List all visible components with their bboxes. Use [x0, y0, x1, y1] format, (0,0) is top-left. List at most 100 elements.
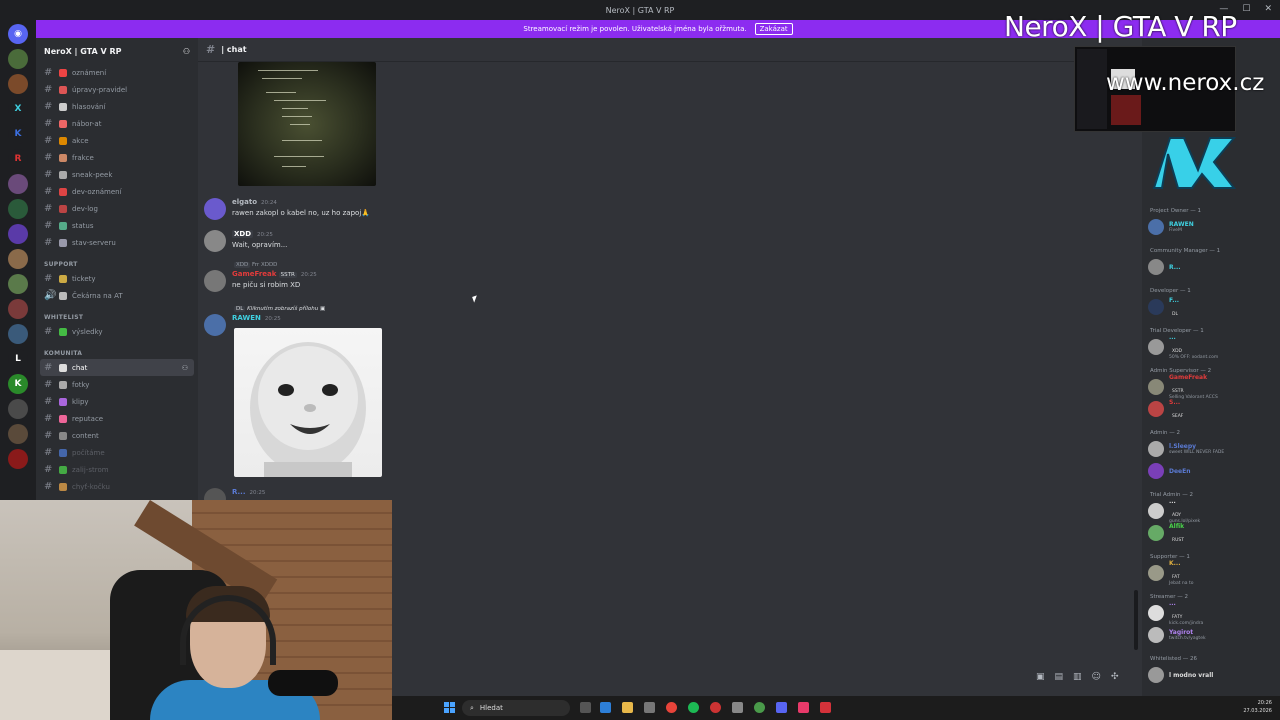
member-row[interactable]: DeeEn: [1148, 461, 1272, 481]
code-image-attachment[interactable]: [238, 62, 376, 186]
channel-komunita-2[interactable]: # klipy: [36, 393, 198, 410]
app-icon[interactable]: [820, 702, 831, 713]
channel-komunita-0[interactable]: # chat ⚇: [40, 359, 194, 376]
nerox-server-icon[interactable]: X: [8, 99, 28, 119]
server-icon[interactable]: [8, 74, 28, 94]
server-icon[interactable]: [8, 299, 28, 319]
channel-komunita-6[interactable]: # zalij-strom: [36, 461, 198, 478]
maximize-icon[interactable]: ☐: [1242, 4, 1250, 14]
member-row[interactable]: l modno vrall: [1148, 665, 1272, 685]
member-row[interactable]: Yagirot twitch.tv/yagtek: [1148, 625, 1272, 645]
channel-top-6[interactable]: # sneak-peek: [36, 166, 198, 183]
author-name[interactable]: GameFreak: [232, 270, 276, 278]
add-member-icon[interactable]: ⚇: [183, 47, 190, 56]
server-icon[interactable]: R: [8, 149, 28, 169]
discord-taskbar-icon[interactable]: [776, 702, 787, 713]
gift-icon[interactable]: ▣: [1036, 672, 1045, 682]
channel-top-8[interactable]: # dev-log: [36, 200, 198, 217]
category-support[interactable]: SUPPORT: [36, 251, 198, 270]
channel-komunita-5[interactable]: # počítáme: [36, 444, 198, 461]
channel-top-1[interactable]: # úpravy-pravidel: [36, 81, 198, 98]
member-row[interactable]: RAWEN FiveM: [1148, 217, 1272, 237]
channel-top-3[interactable]: # nábor-at: [36, 115, 198, 132]
sticker-icon[interactable]: ▥: [1073, 672, 1082, 682]
author-name[interactable]: elgato: [232, 198, 257, 206]
author-name[interactable]: RAWEN: [232, 314, 261, 322]
reply-preview[interactable]: XDD Frr XDDD: [234, 262, 277, 268]
server-icon[interactable]: L: [8, 349, 28, 369]
avatar[interactable]: [204, 270, 226, 292]
server-icon[interactable]: [8, 249, 28, 269]
server-icon[interactable]: [8, 324, 28, 344]
channel-komunita-7[interactable]: # chyť-kočku: [36, 478, 198, 495]
chrome-icon[interactable]: [666, 702, 677, 713]
avatar[interactable]: [204, 314, 226, 336]
member-row[interactable]: ... XDD 50% OFF: xodant.com: [1148, 334, 1272, 360]
gif-icon[interactable]: ▤: [1055, 672, 1064, 682]
channel-label: akce: [72, 136, 89, 145]
edge-icon[interactable]: [600, 702, 611, 713]
invite-icon[interactable]: ⚇: [182, 364, 188, 372]
app-icon[interactable]: [732, 702, 743, 713]
channel-komunita-1[interactable]: # fotky: [36, 376, 198, 393]
server-icon[interactable]: [8, 174, 28, 194]
channel-top-10[interactable]: # stav-serveru: [36, 234, 198, 251]
channel-top-5[interactable]: # frakce: [36, 149, 198, 166]
server-icon[interactable]: [8, 199, 28, 219]
member-row[interactable]: ... ADY guns.lol/pixek: [1148, 498, 1272, 524]
member-row[interactable]: Alfik RUST: [1148, 523, 1272, 543]
close-icon[interactable]: ✕: [1264, 4, 1272, 14]
server-icon[interactable]: [8, 224, 28, 244]
author-name[interactable]: R...: [232, 488, 246, 496]
tiktok-icon[interactable]: [798, 702, 809, 713]
disable-button[interactable]: Zakázat: [754, 23, 793, 35]
channel-whitelist-0[interactable]: # výsledky: [36, 323, 198, 340]
app-icon[interactable]: [754, 702, 765, 713]
member-row[interactable]: GameFreak SSTR Selling Valorant ACCS: [1148, 374, 1272, 400]
server-icon[interactable]: [8, 449, 28, 469]
member-row[interactable]: K... FAT Jebat na to: [1148, 560, 1272, 586]
server-icon[interactable]: [8, 274, 28, 294]
member-name: Alfik: [1169, 522, 1185, 530]
apps-icon[interactable]: ✣: [1111, 672, 1119, 682]
spotify-icon[interactable]: [688, 702, 699, 713]
system-tray[interactable]: 20:26 27.03.2026: [1243, 699, 1272, 715]
server-icon[interactable]: [8, 399, 28, 419]
composer-icons: ▣ ▤ ▥ ☺ ✣: [1036, 672, 1118, 682]
channel-top-4[interactable]: # akce: [36, 132, 198, 149]
windows-icon[interactable]: [444, 702, 455, 713]
store-icon[interactable]: [644, 702, 655, 713]
channel-support-0[interactable]: # tickety: [36, 270, 198, 287]
channel-top-7[interactable]: # dev-oznámení: [36, 183, 198, 200]
server-icon[interactable]: K: [8, 374, 28, 394]
emoji-icon[interactable]: ☺: [1092, 672, 1101, 682]
message-text: ne piču si robim XD: [232, 281, 301, 289]
baby-image-attachment[interactable]: [234, 328, 382, 477]
member-row[interactable]: R...: [1148, 257, 1272, 277]
member-row[interactable]: l.Sleepy sweet WILL NEVER FADE: [1148, 439, 1272, 459]
server-header[interactable]: NeroX | GTA V RP ⚇: [36, 38, 198, 64]
avatar[interactable]: [204, 198, 226, 220]
channel-support-1[interactable]: 🔊 Čekárna na AT: [36, 287, 198, 304]
server-icon[interactable]: K: [8, 124, 28, 144]
channel-top-0[interactable]: # oznámení: [36, 64, 198, 81]
task-view-icon[interactable]: [580, 702, 591, 713]
taskbar-search[interactable]: ⌕ Hledat: [462, 700, 570, 716]
channel-top-9[interactable]: # status: [36, 217, 198, 234]
channel-top-2[interactable]: # hlasování: [36, 98, 198, 115]
reply-preview[interactable]: DL Kliknutím zobrazíš přílohu ▣: [234, 306, 325, 312]
discord-icon[interactable]: ◉: [8, 24, 28, 44]
channel-komunita-3[interactable]: # reputace: [36, 410, 198, 427]
server-icon[interactable]: [8, 424, 28, 444]
explorer-icon[interactable]: [622, 702, 633, 713]
scrollbar[interactable]: [1134, 590, 1138, 650]
member-row[interactable]: S... SEAF: [1148, 399, 1272, 419]
category-whitelist[interactable]: WHITELIST: [36, 304, 198, 323]
avatar[interactable]: [204, 230, 226, 252]
member-row[interactable]: ... FATY kick.com/jindra: [1148, 600, 1272, 626]
server-icon[interactable]: [8, 49, 28, 69]
app-icon[interactable]: [710, 702, 721, 713]
member-row[interactable]: F... DL: [1148, 297, 1272, 317]
category-komunita[interactable]: KOMUNITA: [36, 340, 198, 359]
channel-komunita-4[interactable]: # content: [36, 427, 198, 444]
